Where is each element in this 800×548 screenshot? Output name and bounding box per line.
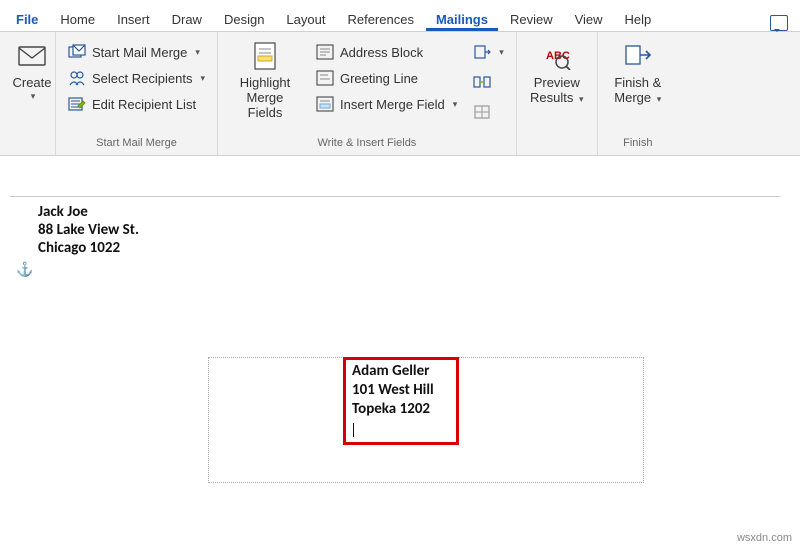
group-label-create	[8, 147, 47, 153]
rules-icon	[473, 43, 491, 61]
tab-design[interactable]: Design	[214, 6, 274, 31]
update-labels-icon	[473, 103, 491, 121]
tab-home[interactable]: Home	[50, 6, 105, 31]
highlight-label-1: Highlight	[240, 76, 291, 91]
svg-text:ABC: ABC	[546, 50, 570, 62]
preview-results-button[interactable]: ABC Preview Results ▾	[525, 36, 589, 110]
recipient-address-frame[interactable]: Adam Geller 101 West Hill Topeka 1202	[208, 357, 644, 483]
tab-help[interactable]: Help	[615, 6, 662, 31]
return-city: Chicago 1022	[38, 239, 139, 257]
chevron-down-icon: ▾	[195, 47, 200, 58]
envelopes-create-button[interactable]: Create ▾	[8, 36, 56, 105]
highlight-merge-fields-button[interactable]: Highlight Merge Fields	[226, 36, 304, 125]
edit-recipient-list-button[interactable]: Edit Recipient List	[64, 92, 209, 116]
greeting-line-label: Greeting Line	[340, 71, 418, 86]
recipient-street: 101 West Hill	[352, 381, 450, 400]
finish-merge-button[interactable]: Finish & Merge ▾	[606, 36, 670, 110]
start-mail-merge-label: Start Mail Merge	[92, 45, 187, 60]
create-label: Create	[12, 76, 51, 91]
address-block-button[interactable]: Address Block	[312, 40, 461, 64]
envelope: Jack Joe 88 Lake View St. Chicago 1022 ⚓…	[10, 196, 780, 506]
finish-label-2: Merge	[614, 90, 651, 105]
group-write-insert-fields: Highlight Merge Fields Address Block Gre…	[218, 32, 517, 155]
anchor-icon: ⚓	[16, 261, 33, 278]
watermark: wsxdn.com	[737, 532, 792, 544]
address-block-label: Address Block	[340, 45, 423, 60]
return-street: 88 Lake View St.	[38, 221, 139, 239]
chevron-down-icon: ▾	[453, 99, 458, 110]
group-start-mail-merge: Start Mail Merge ▾ Select Recipients ▾ E…	[56, 32, 218, 155]
tab-strip: File Home Insert Draw Design Layout Refe…	[0, 0, 800, 32]
preview-icon: ABC	[541, 40, 573, 72]
recipient-address-highlight: Adam Geller 101 West Hill Topeka 1202	[343, 357, 459, 445]
edit-list-icon	[68, 95, 86, 113]
chevron-down-icon: ▾	[499, 47, 504, 58]
greeting-icon	[316, 69, 334, 87]
tab-review[interactable]: Review	[500, 6, 563, 31]
address-block-icon	[316, 43, 334, 61]
tab-file[interactable]: File	[6, 6, 48, 31]
match-fields-icon	[473, 73, 491, 91]
document-canvas[interactable]: Jack Joe 88 Lake View St. Chicago 1022 ⚓…	[0, 156, 800, 548]
group-finish: Finish & Merge ▾ Finish	[598, 32, 678, 155]
tab-references[interactable]: References	[337, 6, 423, 31]
tab-layout[interactable]: Layout	[276, 6, 335, 31]
text-cursor	[353, 423, 354, 437]
return-address[interactable]: Jack Joe 88 Lake View St. Chicago 1022	[38, 203, 139, 257]
update-labels-button[interactable]	[469, 100, 508, 124]
chevron-down-icon: ▾	[657, 94, 662, 104]
envelope-icon	[16, 40, 48, 72]
tab-view[interactable]: View	[565, 6, 613, 31]
chevron-down-icon: ▾	[200, 73, 205, 84]
tab-insert[interactable]: Insert	[107, 6, 160, 31]
highlight-icon	[249, 40, 281, 72]
tab-mailings[interactable]: Mailings	[426, 6, 498, 31]
group-label-finish: Finish	[606, 135, 670, 153]
chevron-down-icon: ▾	[579, 94, 584, 104]
highlight-label-2: Merge Fields	[228, 91, 302, 121]
start-mail-merge-button[interactable]: Start Mail Merge ▾	[64, 40, 209, 64]
group-label-start-merge: Start Mail Merge	[64, 135, 209, 153]
edit-recipient-list-label: Edit Recipient List	[92, 97, 196, 112]
insert-merge-field-label: Insert Merge Field	[340, 97, 445, 112]
insert-merge-field-button[interactable]: Insert Merge Field ▾	[312, 92, 461, 116]
select-recipients-label: Select Recipients	[92, 71, 192, 86]
group-preview-results: ABC Preview Results ▾	[517, 32, 598, 155]
greeting-line-button[interactable]: Greeting Line	[312, 66, 461, 90]
mail-merge-icon	[68, 43, 86, 61]
preview-label-1: Preview	[534, 76, 580, 91]
group-create: Create ▾	[0, 32, 56, 155]
group-label-write-fields: Write & Insert Fields	[226, 135, 508, 153]
finish-label-1: Finish &	[614, 76, 661, 91]
group-label-preview	[525, 147, 589, 153]
comments-icon[interactable]	[770, 15, 788, 31]
return-name: Jack Joe	[38, 203, 139, 221]
recipient-city: Topeka 1202	[352, 400, 450, 419]
insert-field-icon	[316, 95, 334, 113]
recipient-name: Adam Geller	[352, 362, 450, 381]
rules-button[interactable]: ▾	[469, 40, 508, 64]
tab-draw[interactable]: Draw	[162, 6, 212, 31]
match-fields-button[interactable]	[469, 70, 508, 94]
recipients-icon	[68, 69, 86, 87]
select-recipients-button[interactable]: Select Recipients ▾	[64, 66, 209, 90]
chevron-down-icon: ▾	[31, 91, 36, 101]
preview-label-2: Results	[530, 90, 573, 105]
finish-icon	[622, 40, 654, 72]
ribbon: Create ▾ Start Mail Merge ▾ Select Recip…	[0, 32, 800, 156]
